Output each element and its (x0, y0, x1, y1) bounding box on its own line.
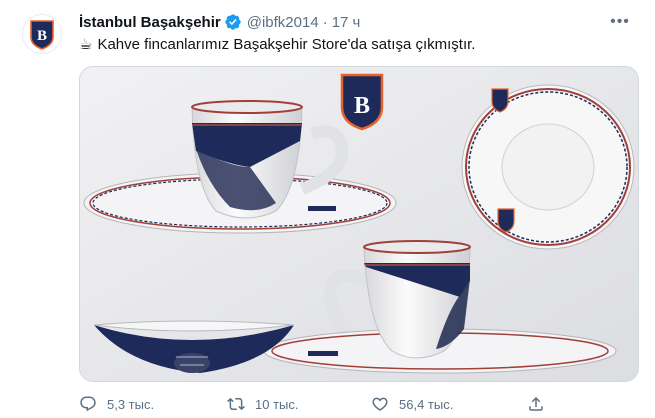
retweet-icon (227, 397, 245, 411)
like-button[interactable]: 56,4 тыс. (371, 395, 453, 413)
header-separator: · (322, 13, 328, 31)
tweet-media-photo[interactable]: B (79, 66, 639, 382)
heart-icon (372, 397, 388, 411)
more-options-icon[interactable]: ••• (607, 9, 633, 35)
tweet-timestamp[interactable]: 17 ч (332, 14, 361, 31)
author-handle[interactable]: @ibfk2014 (247, 14, 319, 31)
coffee-cup-photo: B (80, 67, 638, 381)
avatar[interactable]: B (22, 14, 62, 54)
tweet-text: ☕ Kahve fincanlarımız Başakşehir Store'da… (79, 35, 475, 55)
verified-badge-icon (224, 13, 242, 31)
badge-logo-icon: B (340, 73, 384, 131)
svg-text:B: B (37, 28, 47, 44)
saucer-top-right (461, 84, 635, 250)
retweet-button[interactable]: 10 тыс. (227, 395, 298, 413)
author-name[interactable]: İstanbul Başakşehir (79, 14, 221, 31)
share-icon (529, 396, 543, 411)
reply-button[interactable]: 5,3 тыс. (79, 395, 154, 413)
retweet-count: 10 тыс. (255, 396, 299, 412)
basaksehir-logo-icon: B (30, 20, 54, 50)
like-count: 56,4 тыс. (399, 396, 454, 412)
tweet[interactable]: B İstanbul Başakşehir @ibfk2014 · 17 ч •… (0, 0, 655, 418)
tweet-body: Kahve fincanlarımız Başakşehir Store'da … (97, 36, 476, 53)
coffee-emoji-icon: ☕ (79, 36, 93, 53)
badge-letter: B (354, 93, 370, 119)
reply-icon (80, 396, 96, 412)
share-button[interactable] (527, 395, 555, 413)
tweet-header: İstanbul Başakşehir @ibfk2014 · 17 ч ••• (79, 11, 639, 33)
reply-count: 5,3 тыс. (107, 396, 155, 412)
tweet-actions: 5,3 тыс. 10 тыс. 56,4 тыс. (79, 392, 579, 416)
